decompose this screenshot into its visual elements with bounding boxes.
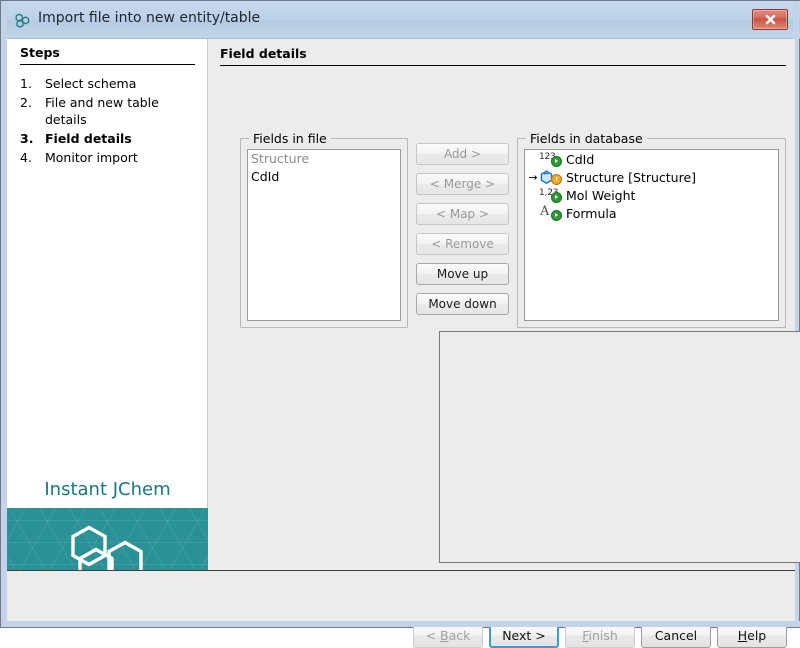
text-type-icon: A [539, 205, 563, 221]
structure-type-icon [539, 169, 563, 185]
steps-panel: Steps 1. Select schema 2. File and new t… [7, 39, 208, 570]
fields-in-database-list[interactable]: 123 CdId → [524, 149, 779, 321]
footer-bar: < Back Next > Finish Cancel Help [7, 571, 795, 623]
green-badge [551, 192, 562, 203]
move-down-button[interactable]: Move down [416, 293, 509, 315]
green-badge [551, 210, 562, 221]
merge-button[interactable]: < Merge > [416, 173, 509, 195]
steps-list: 1. Select schema 2. File and new table d… [20, 75, 202, 168]
fields-in-database-label: Fields in database [526, 131, 647, 146]
field-name: CdId [563, 152, 594, 167]
brand-product-name: Instant JChem [7, 479, 208, 500]
step-item-1: 1. Select schema [20, 75, 202, 92]
list-item[interactable]: CdId [248, 168, 400, 186]
step-item-4: 4. Monitor import [20, 149, 202, 166]
field-preview-panel[interactable] [439, 331, 800, 563]
step-label: Select schema [45, 75, 136, 92]
step-number: 3. [20, 130, 45, 147]
fields-in-file-group: Fields in file Structure CdId [240, 138, 408, 328]
field-name: Mol Weight [563, 188, 635, 203]
main-panel: Field details Fields in file Structure C… [208, 39, 795, 570]
field-name: Structure [Structure] [563, 170, 696, 185]
orange-badge [551, 174, 562, 185]
step-number: 4. [20, 149, 45, 166]
list-item[interactable]: → Structure [Structure] [525, 168, 778, 186]
step-label: Monitor import [45, 149, 138, 166]
step-label: Field details [45, 130, 132, 147]
steps-divider [20, 64, 195, 65]
page-title-divider [220, 65, 786, 66]
green-badge [551, 156, 562, 167]
dialog-content: Steps 1. Select schema 2. File and new t… [7, 39, 795, 623]
field-name: CdId [251, 168, 279, 186]
step-label: File and new table details [45, 94, 202, 128]
list-item[interactable]: 1,23 Mol Weight [525, 186, 778, 204]
map-button[interactable]: < Map > [416, 203, 509, 225]
arrow-right-icon: → [527, 171, 539, 184]
import-wizard-window: Import file into new entity/table Steps … [0, 0, 800, 628]
text-glyph: A [540, 205, 549, 219]
move-up-button[interactable]: Move up [416, 263, 509, 285]
list-item[interactable]: A Formula [525, 204, 778, 222]
list-item[interactable]: Structure [248, 150, 400, 168]
fields-in-file-label: Fields in file [249, 131, 331, 146]
step-number: 2. [20, 94, 45, 128]
decimal-type-icon: 1,23 [539, 187, 563, 203]
remove-button[interactable]: < Remove [416, 233, 509, 255]
field-name: Structure [251, 150, 309, 168]
transfer-button-column: Add > < Merge > < Map > < Remove Move up… [416, 143, 509, 323]
window-bottom-frame [1, 621, 800, 627]
step-item-2: 2. File and new table details [20, 94, 202, 128]
add-button[interactable]: Add > [416, 143, 509, 165]
page-title: Field details [220, 46, 307, 61]
fields-in-database-group: Fields in database 123 CdId → [517, 138, 786, 328]
step-item-3-current: 3. Field details [20, 130, 202, 147]
step-number: 1. [20, 75, 45, 92]
field-name: Formula [563, 206, 617, 221]
fields-in-file-list[interactable]: Structure CdId [247, 149, 401, 321]
list-item[interactable]: 123 CdId [525, 150, 778, 168]
steps-heading: Steps [20, 45, 60, 60]
integer-type-icon: 123 [539, 151, 563, 167]
